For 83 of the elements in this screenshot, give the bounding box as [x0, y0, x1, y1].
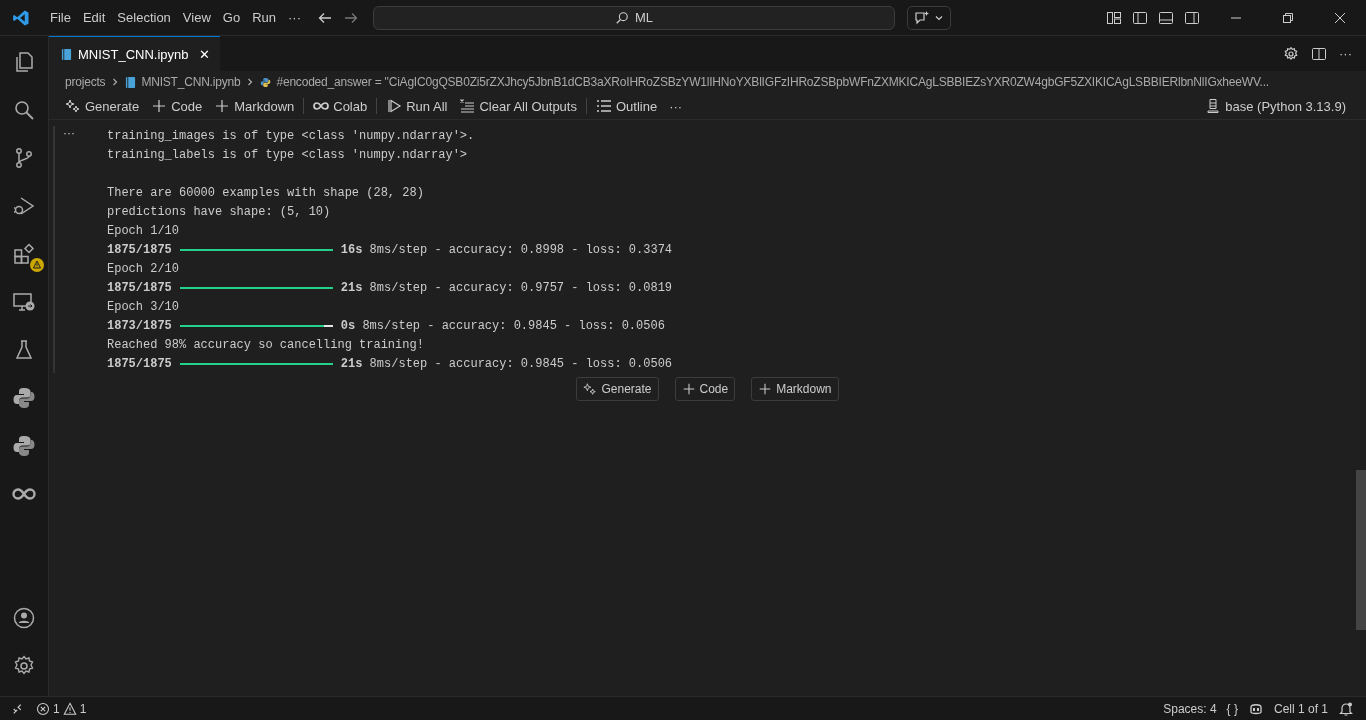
step-count: 1873/1875 — [107, 318, 172, 333]
sidebar-toggle-icon[interactable] — [1132, 9, 1148, 26]
output-line: training_labels is of type <class 'numpy.ndarray'> — [107, 147, 468, 162]
output-line: Epoch 1/10 — [107, 223, 179, 238]
output-line: There are 60000 examples with shape (28, 28) — [107, 185, 424, 200]
step-count: 1875/1875 — [107, 242, 172, 257]
notebook-icon — [61, 47, 72, 61]
chat-button[interactable] — [907, 5, 951, 30]
menu-item[interactable]: File — [44, 10, 77, 25]
plus-icon — [758, 382, 773, 396]
search-field[interactable]: ML — [373, 5, 895, 30]
clear-list-icon — [459, 98, 476, 114]
toolbar-button[interactable]: Run All — [380, 95, 454, 117]
layout-icon[interactable] — [1106, 9, 1122, 26]
step-metrics: 21s 8ms/step - accuracy: 0.9845 - loss: 0.0506 — [340, 356, 673, 371]
toolbar-button[interactable]: Clear All Outputs — [453, 95, 583, 117]
output-menu-button[interactable]: ··· — [63, 126, 75, 140]
toolbar-button[interactable]: Outline — [589, 95, 664, 117]
kernel-picker[interactable]: base (Python 3.13.9) — [1199, 95, 1352, 117]
sparkle-icon — [65, 98, 81, 114]
menu-item[interactable]: View — [176, 10, 217, 25]
plus-icon — [151, 98, 168, 114]
language-status[interactable]: { } — [1226, 701, 1238, 716]
monitor-icon[interactable] — [12, 290, 36, 314]
add-cell-button[interactable]: Code — [674, 377, 736, 401]
bell-icon[interactable] — [1338, 700, 1354, 717]
breadcrumb-item[interactable]: MNIST_CNN.ipynb — [141, 75, 241, 89]
account-icon[interactable] — [12, 606, 36, 630]
output-line: training_images is of type <class 'numpy.ndarray'>. — [107, 128, 475, 143]
sparkle-icon — [583, 382, 598, 396]
chat-sparkle-icon — [914, 9, 930, 26]
error-icon — [36, 701, 50, 716]
menu-item[interactable]: Run — [246, 10, 282, 25]
problems-indicator[interactable]: 1 1 — [36, 701, 87, 716]
step-count: 1875/1875 — [107, 356, 172, 371]
menu-item[interactable]: Selection — [111, 10, 177, 25]
output-line: Epoch 3/10 — [107, 299, 179, 314]
menu-item[interactable]: Edit — [76, 10, 112, 25]
step-metrics: 0s 8ms/step - accuracy: 0.9845 - loss: 0.0506 — [340, 318, 665, 333]
close-tab-button[interactable]: ✕ — [198, 46, 210, 62]
menu-item[interactable]: ··· — [282, 10, 307, 25]
add-cell-button[interactable]: Generate — [576, 377, 659, 401]
toolbar-button[interactable]: Generate — [59, 95, 146, 117]
warning-icon — [62, 701, 77, 716]
output-line: Epoch 2/10 — [107, 261, 179, 276]
notebook-icon — [125, 75, 137, 89]
blocks-icon[interactable] — [12, 242, 36, 266]
search-icon[interactable] — [12, 98, 36, 122]
add-cell-button[interactable]: Markdown — [751, 377, 839, 401]
play-bug-icon[interactable] — [12, 194, 36, 218]
step-count: 1875/1875 — [107, 280, 172, 295]
breadcrumb-item[interactable]: #encoded_answer = "CiAgIC0gQSB0Zi5rZXJhcy5JbnB1dCB3aXRoIHRoZSBzYW1lIHNoYXBlIGFzIHRoZSBpbWFnZXMKICAgLSBBIEZsYXR0ZW4gbGF5ZXIKICAgLSBBIERlbnNlIGxheeWV... — [276, 75, 1269, 89]
step-metrics: 21s 8ms/step - accuracy: 0.9757 - loss: 0.0819 — [340, 280, 673, 295]
tab-title: MNIST_CNN.ipynb — [78, 46, 189, 62]
more-actions-button[interactable]: ··· — [1339, 46, 1352, 61]
editor-tab[interactable]: MNIST_CNN.ipynb ✕ — [49, 36, 220, 71]
server-icon — [1205, 98, 1222, 114]
outline-icon — [595, 98, 612, 114]
step-metrics: 16s 8ms/step - accuracy: 0.8998 - loss: 0.3374 — [340, 242, 673, 257]
panel-toggle-icon[interactable] — [1158, 9, 1174, 26]
toolbar-button[interactable]: Code — [145, 95, 209, 117]
menu-item[interactable]: Go — [216, 10, 247, 25]
snake-icon[interactable] — [12, 434, 36, 458]
output-line: Reached 98% accuracy so cancelling training! — [107, 337, 424, 352]
app-logo-icon — [12, 8, 30, 27]
warning-badge-icon — [30, 258, 44, 272]
toolbar-button[interactable]: Markdown — [208, 95, 301, 117]
cell-position-status[interactable]: Cell 1 of 1 — [1273, 701, 1328, 716]
settings-icon[interactable] — [1283, 45, 1299, 62]
toolbar-button[interactable]: Colab — [307, 95, 374, 117]
plus-icon — [681, 382, 696, 396]
search-icon — [614, 10, 629, 25]
breadcrumb-item[interactable]: projects — [65, 75, 106, 89]
snake-icon — [260, 75, 272, 89]
snake-icon[interactable] — [12, 386, 36, 410]
indentation-status[interactable]: Spaces: 4 — [1163, 701, 1217, 716]
more-actions-button[interactable]: ··· — [663, 95, 689, 117]
plus-icon — [214, 98, 231, 114]
scrollbar-thumb[interactable] — [1356, 470, 1366, 630]
secondary-sidebar-icon[interactable] — [1184, 9, 1200, 26]
output-line: predictions have shape: (5, 10) — [107, 204, 331, 219]
run-all-icon — [386, 98, 403, 114]
split-editor-icon[interactable] — [1311, 45, 1327, 62]
